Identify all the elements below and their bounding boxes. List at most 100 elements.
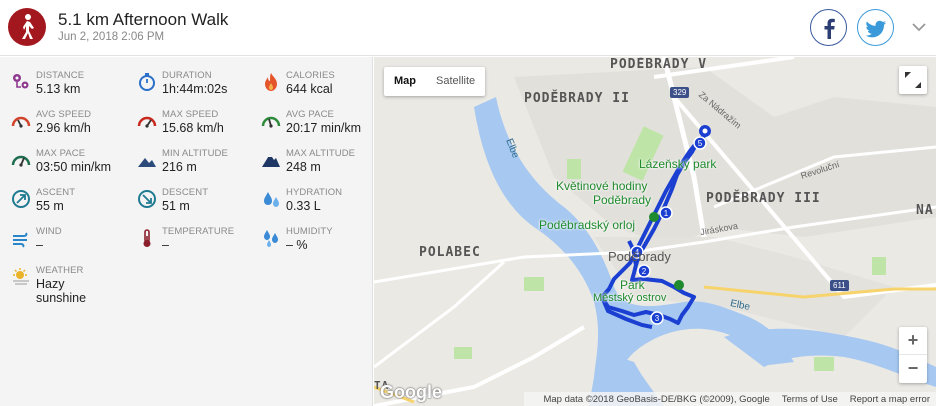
stat-value: – % <box>286 238 308 252</box>
km-marker[interactable]: 2 <box>637 264 651 278</box>
km-marker-label: 5 <box>698 139 703 148</box>
stat-value: 2.96 km/h <box>36 121 91 135</box>
pace-gauge-icon <box>11 155 31 167</box>
stats-panel: Distance 5.13 km Duration 1h:44m:02s Cal… <box>0 57 373 406</box>
town-label: Poděbrady <box>608 249 671 264</box>
district-label: PODĚBRADY II <box>524 91 630 106</box>
stat-label: Ascent <box>36 187 76 198</box>
stat-humidity: Humidity – % <box>260 223 380 259</box>
stat-value: 644 kcal <box>286 82 333 96</box>
km-marker-label: 3 <box>655 314 660 323</box>
mountain-high-icon <box>262 154 280 167</box>
descent-icon <box>138 190 156 208</box>
stat-calories: Calories 644 kcal <box>260 67 380 103</box>
stat-duration: Duration 1h:44m:02s <box>136 67 256 103</box>
flame-icon <box>265 73 277 91</box>
km-marker[interactable]: 5 <box>693 136 707 150</box>
poi-label: Květinové hodiny <box>556 179 648 193</box>
km-marker-label: 1 <box>664 209 669 218</box>
stat-value: – <box>162 238 169 252</box>
park-poi-icon[interactable] <box>674 280 684 290</box>
mountain-low-icon <box>138 158 156 167</box>
stat-label: Duration <box>162 70 212 81</box>
walking-person-icon <box>8 8 46 46</box>
google-logo: Google <box>380 382 442 402</box>
map-attribution: Map data ©2018 GeoBasis-DE/BKG (©2009), … <box>543 393 770 405</box>
stat-hydration: Hydration 0.33 L <box>260 184 380 220</box>
stat-label: Descent <box>162 187 209 198</box>
stat-label: Temperature <box>162 226 235 237</box>
facebook-share-button[interactable] <box>810 9 847 46</box>
park-area <box>872 257 886 275</box>
thermometer-icon <box>143 229 151 247</box>
zoom-out-button[interactable]: − <box>899 355 927 383</box>
stat-value: 248 m <box>286 160 321 174</box>
chevron-down-icon[interactable] <box>910 18 928 36</box>
stat-label: Wind <box>36 226 62 237</box>
km-marker[interactable]: 1 <box>659 206 673 220</box>
zoom-in-button[interactable]: + <box>899 327 927 355</box>
water-drops-icon <box>264 192 279 207</box>
stat-distance: Distance 5.13 km <box>10 67 130 103</box>
stat-value: 03:50 min/km <box>36 160 112 174</box>
fullscreen-button[interactable] <box>899 66 927 94</box>
stopwatch-icon <box>139 73 155 91</box>
report-error-link[interactable]: Report a map error <box>850 394 930 405</box>
road-number-badge: 329 <box>670 87 690 98</box>
park-area <box>454 347 472 359</box>
map-type-control: Map Satellite <box>384 67 486 96</box>
poi-label: Park <box>620 278 645 292</box>
terms-link[interactable]: Terms of Use <box>782 394 838 405</box>
stat-label: Avg Pace <box>286 109 334 120</box>
sun-haze-icon <box>13 268 29 285</box>
km-marker[interactable]: 3 <box>650 311 664 325</box>
stat-temperature: Temperature – <box>136 223 256 259</box>
activity-title: 5.1 km Afternoon Walk <box>58 10 229 29</box>
map-type-map-button[interactable]: Map <box>384 67 426 96</box>
stat-label: Max Pace <box>36 148 86 159</box>
stat-value: 20:17 min/km <box>286 121 362 135</box>
district-label: PODĚBRADY V <box>610 57 708 72</box>
road-number-badge: 611 <box>830 280 849 291</box>
park-area <box>814 357 834 371</box>
map-type-satellite-button[interactable]: Satellite <box>426 67 485 96</box>
stat-avg-pace: Avg Pace 20:17 min/km <box>260 106 380 142</box>
ascent-icon <box>12 190 30 208</box>
speedometer-icon <box>137 116 157 128</box>
activity-datetime: Jun 2, 2018 2:06 PM <box>58 31 165 43</box>
humidity-drops-icon <box>264 230 278 247</box>
stat-value: 51 m <box>162 199 190 213</box>
activity-header: 5.1 km Afternoon Walk Jun 2, 2018 2:06 P… <box>0 0 936 56</box>
twitter-share-button[interactable] <box>857 9 894 46</box>
speedometer-icon <box>11 116 31 128</box>
stat-avg-speed: Avg Speed 2.96 km/h <box>10 106 130 142</box>
stat-max-pace: Max Pace 03:50 min/km <box>10 145 130 181</box>
stat-wind: Wind – <box>10 223 130 259</box>
stat-value: 55 m <box>36 199 64 213</box>
stat-ascent: Ascent 55 m <box>10 184 130 220</box>
stat-weather: Weather Hazy sunshine <box>10 262 130 310</box>
wind-icon <box>13 232 28 248</box>
map-canvas[interactable]: 5 1 2 3 4 <box>374 57 936 406</box>
zoom-control: + − <box>899 327 927 383</box>
stat-label: Avg Speed <box>36 109 92 120</box>
poi-label: Lázeňský park <box>639 157 717 171</box>
district-label: PODĚBRADY III <box>706 191 821 206</box>
stat-min-altitude: Min Altitude 216 m <box>136 145 256 181</box>
stat-label: Weather <box>36 265 84 276</box>
park-area <box>567 159 581 179</box>
facebook-icon <box>824 18 835 39</box>
stat-value: 5.13 km <box>36 82 81 96</box>
stat-label: Max Altitude <box>286 148 356 159</box>
poi-label: Městský ostrov <box>593 292 667 304</box>
stat-label: Distance <box>36 70 85 81</box>
poi-label: Poděbradský orloj <box>539 218 636 232</box>
stat-label: Humidity <box>286 226 333 237</box>
pace-gauge-icon <box>261 116 281 128</box>
stat-label: Calories <box>286 70 335 81</box>
district-label: NA <box>916 203 934 218</box>
stat-label: Max Speed <box>162 109 219 120</box>
route-map[interactable]: 5 1 2 3 4 329 611 PODĚBRADY V PODĚBRADY … <box>374 57 936 406</box>
poi-icon[interactable] <box>649 212 659 222</box>
twitter-icon <box>865 20 886 38</box>
